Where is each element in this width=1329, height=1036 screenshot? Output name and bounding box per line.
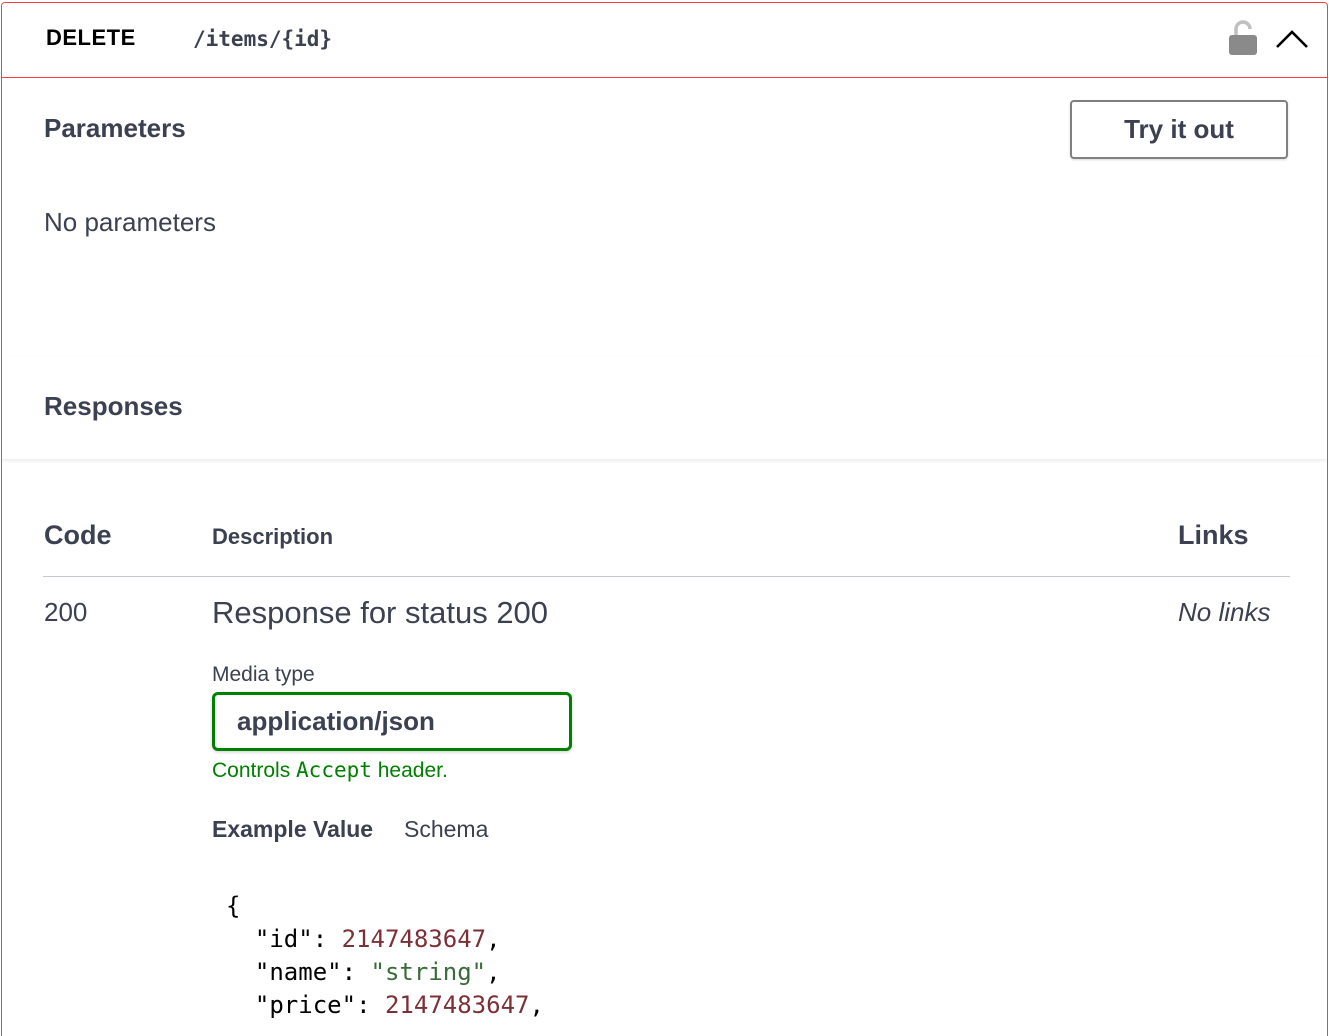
column-header-code: Code bbox=[44, 520, 112, 550]
parameters-title: Parameters bbox=[44, 113, 186, 143]
table-divider bbox=[43, 576, 1290, 577]
unlocked-padlock-icon[interactable] bbox=[1228, 20, 1258, 56]
json-line-price: "price": 2147483647, bbox=[254, 991, 544, 1019]
tab-example-value[interactable]: Example Value bbox=[212, 816, 373, 843]
json-line-name: "name": "string", bbox=[254, 958, 501, 986]
tab-schema[interactable]: Schema bbox=[404, 816, 488, 843]
media-type-select[interactable]: application/json bbox=[212, 692, 572, 751]
try-it-out-button[interactable]: Try it out bbox=[1070, 100, 1288, 159]
response-description: Response for status 200 bbox=[212, 595, 549, 630]
chevron-up-icon[interactable] bbox=[1274, 27, 1310, 51]
example-value-code: { "id": 2147483647, "name": "string", "p… bbox=[226, 892, 544, 1019]
responses-title: Responses bbox=[44, 391, 183, 421]
parameters-header: Parameters Try it out bbox=[2, 79, 1327, 181]
operation-summary[interactable]: DELETE /items/{id} bbox=[2, 3, 1327, 78]
http-method: DELETE bbox=[46, 25, 136, 50]
json-line-id: "id": 2147483647, bbox=[254, 925, 501, 953]
operation-block-delete: DELETE /items/{id} Parameters Try it out… bbox=[1, 2, 1328, 1036]
endpoint-path: /items/{id} bbox=[193, 27, 333, 51]
no-parameters-text: No parameters bbox=[44, 207, 216, 237]
response-links: No links bbox=[1178, 597, 1271, 627]
response-code: 200 bbox=[44, 597, 88, 627]
media-type-label: Media type bbox=[212, 663, 315, 686]
controls-accept-note: Controls Accept header. bbox=[212, 758, 448, 782]
column-header-description: Description bbox=[212, 524, 334, 549]
responses-header: Responses bbox=[2, 357, 1327, 459]
column-header-links: Links bbox=[1178, 520, 1249, 550]
